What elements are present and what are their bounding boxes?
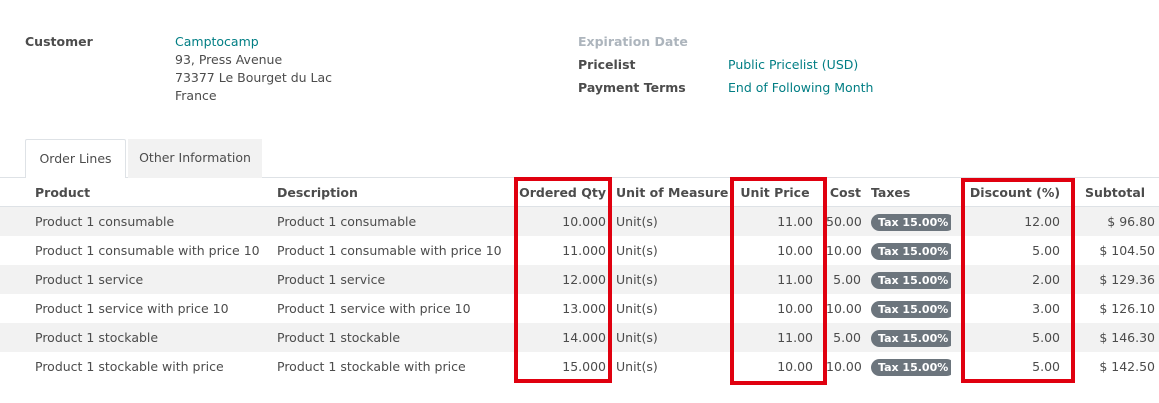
cell-unit-of-measure: Unit(s) <box>616 243 658 258</box>
cell-unit-price: 11.00 <box>777 272 813 287</box>
cell-taxes: Tax 15.00% <box>871 207 951 236</box>
cell-product: Product 1 stockable with price <box>35 359 224 374</box>
address-line-3: France <box>175 88 217 103</box>
tax-badge: Tax 15.00% <box>871 272 951 289</box>
cell-taxes: Tax 15.00% <box>871 265 951 294</box>
expiration-date-label: Expiration Date <box>578 34 688 49</box>
tax-badge: Tax 15.00% <box>871 330 951 347</box>
tab-other-information[interactable]: Other Information <box>128 139 262 178</box>
cell-description: Product 1 service with price 10 <box>277 301 471 316</box>
cell-unit-price: 10.00 <box>777 301 813 316</box>
table-header-row: Product Description Ordered Qty Unit of … <box>0 178 1159 207</box>
cell-cost: 5.00 <box>833 330 861 345</box>
cell-taxes: Tax 15.00% <box>871 323 951 352</box>
cell-cost: 50.00 <box>826 214 861 229</box>
cell-ordered-qty: 14.000 <box>562 330 606 345</box>
cell-description: Product 1 service <box>277 272 386 287</box>
table-row[interactable]: Product 1 consumable with price 10 Produc… <box>0 236 1159 265</box>
cell-unit-price: 10.00 <box>777 243 813 258</box>
table-row[interactable]: Product 1 consumable Product 1 consumable… <box>0 207 1159 236</box>
order-lines-table: Product Description Ordered Qty Unit of … <box>0 178 1159 381</box>
column-header-product[interactable]: Product <box>35 178 270 207</box>
cell-cost: 5.00 <box>833 272 861 287</box>
customer-label: Customer <box>25 34 93 49</box>
payment-terms-link[interactable]: End of Following Month <box>728 79 873 97</box>
table-row[interactable]: Product 1 stockable with price Product 1 … <box>0 352 1159 381</box>
cell-ordered-qty: 12.000 <box>562 272 606 287</box>
cell-product: Product 1 stockable <box>35 330 159 345</box>
cell-unit-of-measure: Unit(s) <box>616 330 658 345</box>
cell-unit-of-measure: Unit(s) <box>616 359 658 374</box>
cell-description: Product 1 consumable <box>277 214 417 229</box>
tax-badge: Tax 15.00% <box>871 359 951 376</box>
cell-unit-of-measure: Unit(s) <box>616 272 658 287</box>
cell-product: Product 1 consumable with price 10 <box>35 243 260 258</box>
cell-subtotal: $ 104.50 <box>1099 243 1155 258</box>
column-header-unit-price[interactable]: Unit Price <box>735 178 815 207</box>
cell-description: Product 1 stockable <box>277 330 401 345</box>
tax-badge: Tax 15.00% <box>871 214 951 231</box>
column-header-taxes[interactable]: Taxes <box>871 178 951 207</box>
cell-product: Product 1 service with price 10 <box>35 301 229 316</box>
column-header-discount[interactable]: Discount (%) <box>965 178 1065 207</box>
cell-unit-price: 11.00 <box>777 330 813 345</box>
cell-unit-of-measure: Unit(s) <box>616 214 658 229</box>
cell-unit-of-measure: Unit(s) <box>616 301 658 316</box>
payment-terms-label: Payment Terms <box>578 80 686 95</box>
cell-taxes: Tax 15.00% <box>871 236 951 265</box>
cell-product: Product 1 service <box>35 272 144 287</box>
tab-order-lines[interactable]: Order Lines <box>25 139 126 179</box>
column-header-cost[interactable]: Cost <box>826 178 861 207</box>
customer-link[interactable]: Camptocamp <box>175 33 332 51</box>
table-row[interactable]: Product 1 service with price 10 Product 1… <box>0 294 1159 323</box>
cell-cost: 10.00 <box>826 359 861 374</box>
cell-taxes: Tax 15.00% <box>871 294 951 323</box>
cell-unit-price: 11.00 <box>777 214 813 229</box>
column-header-subtotal[interactable]: Subtotal <box>1075 178 1155 207</box>
cell-discount: 5.00 <box>1032 243 1060 258</box>
cell-unit-price: 10.00 <box>777 359 813 374</box>
tax-badge: Tax 15.00% <box>871 301 951 318</box>
cell-subtotal: $ 146.30 <box>1099 330 1155 345</box>
cell-ordered-qty: 11.000 <box>562 243 606 258</box>
cell-taxes: Tax 15.00% <box>871 352 951 381</box>
cell-ordered-qty: 13.000 <box>562 301 606 316</box>
column-header-ordered-qty[interactable]: Ordered Qty <box>516 178 606 207</box>
cell-ordered-qty: 15.000 <box>562 359 606 374</box>
cell-description: Product 1 stockable with price <box>277 359 466 374</box>
column-header-description[interactable]: Description <box>277 178 512 207</box>
table-row[interactable]: Product 1 service Product 1 service 12.000… <box>0 265 1159 294</box>
cell-subtotal: $ 96.80 <box>1107 214 1155 229</box>
cell-ordered-qty: 10.000 <box>562 214 606 229</box>
cell-product: Product 1 consumable <box>35 214 175 229</box>
cell-subtotal: $ 142.50 <box>1099 359 1155 374</box>
notebook-tabs: Order Lines Other Information <box>0 139 1159 179</box>
cell-description: Product 1 consumable with price 10 <box>277 243 502 258</box>
cell-discount: 5.00 <box>1032 359 1060 374</box>
pricelist-label: Pricelist <box>578 57 636 72</box>
pricelist-link[interactable]: Public Pricelist (USD) <box>728 56 858 74</box>
cell-discount: 2.00 <box>1032 272 1060 287</box>
address-line-1: 93, Press Avenue <box>175 52 283 67</box>
cell-discount: 3.00 <box>1032 301 1060 316</box>
customer-address-block: Camptocamp 93, Press Avenue 73377 Le Bou… <box>175 33 332 105</box>
cell-subtotal: $ 129.36 <box>1099 272 1155 287</box>
cell-cost: 10.00 <box>826 301 861 316</box>
address-line-2: 73377 Le Bourget du Lac <box>175 70 333 85</box>
cell-discount: 5.00 <box>1032 330 1060 345</box>
column-header-unit-of-measure[interactable]: Unit of Measure <box>616 178 728 207</box>
cell-cost: 10.00 <box>826 243 861 258</box>
cell-subtotal: $ 126.10 <box>1099 301 1155 316</box>
tax-badge: Tax 15.00% <box>871 243 951 260</box>
table-row[interactable]: Product 1 stockable Product 1 stockable 14… <box>0 323 1159 352</box>
cell-discount: 12.00 <box>1024 214 1060 229</box>
